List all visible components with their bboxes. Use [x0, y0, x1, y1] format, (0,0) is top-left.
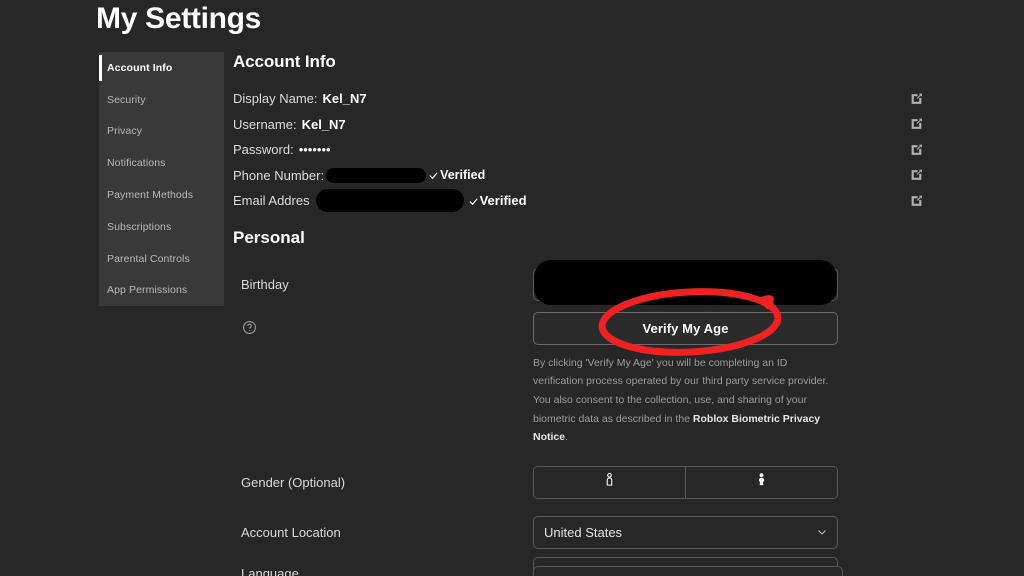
verify-my-age-button[interactable]: Verify My Age	[533, 312, 838, 345]
account-row-password: Password: •••••••	[233, 137, 873, 163]
account-location-select[interactable]: United States	[533, 516, 838, 549]
sidebar-item-label: Parental Controls	[107, 253, 190, 265]
account-location-value: United States	[544, 525, 622, 540]
verify-age-help	[233, 312, 533, 343]
phone-verified-badge: Verified	[428, 168, 485, 182]
field-row-verify-age: Verify My Age By clicking 'Verify My Age…	[233, 312, 873, 447]
gender-control	[533, 466, 838, 499]
account-row-username: Username: Kel_N7	[233, 112, 873, 138]
phone-number-redaction	[326, 168, 426, 183]
password-label: Password:	[233, 142, 294, 157]
account-row-phone-number: Phone Number: Verified	[233, 163, 873, 189]
display-name-label: Display Name:	[233, 91, 318, 106]
person-filled-icon	[754, 471, 769, 493]
birthday-control[interactable]	[533, 268, 838, 301]
sidebar-item-privacy[interactable]: Privacy	[99, 116, 224, 148]
sidebar-item-security[interactable]: Security	[99, 84, 224, 116]
checkmark-icon	[428, 170, 439, 181]
sidebar-item-app-permissions[interactable]: App Permissions	[99, 275, 224, 307]
main-content: Account Info Display Name: Kel_N7 Userna…	[233, 52, 873, 576]
chevron-down-icon	[816, 526, 828, 538]
language-label: Language	[233, 566, 533, 576]
email-verified-label: Verified	[480, 193, 527, 208]
sidebar-item-label: Privacy	[107, 125, 142, 137]
sidebar-item-label: Account Info	[107, 62, 172, 74]
birthday-redaction	[534, 260, 837, 305]
gender-option-female[interactable]	[685, 467, 837, 498]
sidebar-item-label: Notifications	[107, 157, 166, 169]
edit-pencil-icon[interactable]	[910, 194, 923, 207]
clipped-bottom-select[interactable]	[533, 566, 843, 576]
sidebar-item-label: Payment Methods	[107, 189, 193, 201]
account-row-email-address: Email Addres Verified	[233, 188, 873, 214]
edit-pencil-icon[interactable]	[910, 169, 923, 182]
sidebar-item-label: Security	[107, 94, 146, 106]
sidebar-item-parental-controls[interactable]: Parental Controls	[99, 243, 224, 275]
birthday-label: Birthday	[233, 277, 533, 292]
verify-age-control: Verify My Age By clicking 'Verify My Age…	[533, 312, 838, 447]
username-value: Kel_N7	[302, 117, 346, 132]
person-outline-icon	[602, 471, 617, 493]
sidebar-item-subscriptions[interactable]: Subscriptions	[99, 211, 224, 243]
settings-screen: My Settings Account Info Security Privac…	[0, 0, 1024, 576]
settings-sidebar: Account Info Security Privacy Notificati…	[99, 52, 224, 306]
question-mark-circle-icon[interactable]	[242, 320, 257, 335]
account-location-label: Account Location	[233, 525, 533, 540]
gender-label: Gender (Optional)	[233, 475, 533, 490]
page-title: My Settings	[96, 2, 261, 36]
personal-heading: Personal	[233, 228, 873, 248]
display-name-value: Kel_N7	[323, 91, 367, 106]
phone-number-label: Phone Number:	[233, 168, 324, 183]
sidebar-item-label: App Permissions	[107, 284, 187, 296]
sidebar-item-label: Subscriptions	[107, 221, 171, 233]
email-address-label: Email Addres	[233, 193, 310, 208]
account-location-control: United States	[533, 516, 838, 549]
edit-pencil-icon[interactable]	[910, 92, 923, 105]
email-verified-badge: Verified	[468, 193, 527, 208]
sidebar-item-notifications[interactable]: Notifications	[99, 147, 224, 179]
sidebar-item-payment-methods[interactable]: Payment Methods	[99, 179, 224, 211]
field-row-gender: Gender (Optional)	[233, 466, 873, 499]
gender-option-male[interactable]	[534, 467, 685, 498]
sidebar-item-account-info[interactable]: Account Info	[99, 52, 224, 84]
gender-toggle-group	[533, 466, 838, 499]
field-row-account-location: Account Location United States	[233, 516, 873, 549]
disclaimer-end: .	[565, 431, 568, 443]
age-verification-disclaimer: By clicking 'Verify My Age' you will be …	[533, 354, 838, 447]
account-row-display-name: Display Name: Kel_N7	[233, 86, 873, 112]
edit-pencil-icon[interactable]	[910, 143, 923, 156]
email-address-redaction	[316, 189, 464, 212]
phone-verified-label: Verified	[440, 168, 485, 182]
account-info-heading: Account Info	[233, 52, 873, 72]
username-label: Username:	[233, 117, 297, 132]
checkmark-icon	[468, 195, 479, 206]
field-row-birthday: Birthday	[233, 268, 873, 301]
password-value: •••••••	[299, 142, 331, 157]
edit-pencil-icon[interactable]	[910, 118, 923, 131]
